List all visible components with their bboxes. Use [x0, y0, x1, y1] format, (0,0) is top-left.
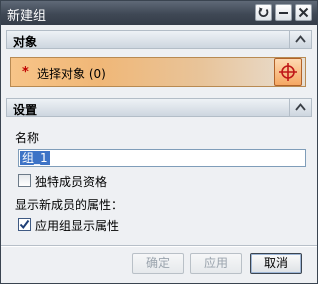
select-object-row[interactable]: * 选择对象 (0) [10, 57, 306, 87]
settings-section-title: 设置 [13, 103, 38, 117]
checkmark-icon [19, 219, 30, 230]
close-button[interactable] [295, 4, 312, 21]
object-section-title: 对象 [13, 35, 38, 49]
apply-button[interactable]: 应用 [190, 253, 242, 274]
minimize-button[interactable] [275, 4, 292, 21]
object-section-header[interactable]: 对象 [6, 30, 312, 49]
cancel-button[interactable]: 取消 [250, 253, 302, 274]
crosshair-icon [279, 63, 297, 81]
ok-button[interactable]: 确定 [132, 253, 184, 274]
object-collapse-button[interactable] [289, 30, 311, 49]
name-input[interactable]: 组_1 [18, 149, 306, 167]
settings-collapse-button[interactable] [289, 98, 311, 117]
reset-button[interactable] [255, 4, 272, 21]
display-new-members-label: 显示新成员的属性： [15, 198, 124, 212]
close-icon [298, 7, 309, 18]
reset-icon [258, 7, 269, 18]
chevron-up-icon [295, 103, 306, 111]
apply-group-display-label: 应用组显示属性 [35, 219, 120, 233]
title-bar[interactable]: 新建组 [1, 1, 317, 25]
settings-section-header[interactable]: 设置 [6, 98, 312, 117]
select-object-label: 选择对象 (0) [37, 67, 106, 81]
new-group-dialog: 新建组 对象 * 选择对象 (0) 设置 名称 组_1 独特成员资格 显示新成员… [0, 0, 318, 284]
exclusive-membership-checkbox[interactable] [18, 174, 31, 187]
footer-divider-highlight [1, 246, 317, 247]
name-label: 名称 [15, 131, 40, 145]
apply-group-display-checkbox[interactable] [18, 218, 31, 231]
required-marker: * [22, 65, 29, 80]
minimize-icon [279, 12, 288, 14]
select-object-button[interactable] [274, 58, 302, 86]
name-value: 组_1 [20, 151, 50, 165]
chevron-up-icon [295, 35, 306, 43]
window-title: 新建组 [7, 9, 47, 24]
exclusive-membership-label: 独特成员资格 [35, 175, 108, 189]
